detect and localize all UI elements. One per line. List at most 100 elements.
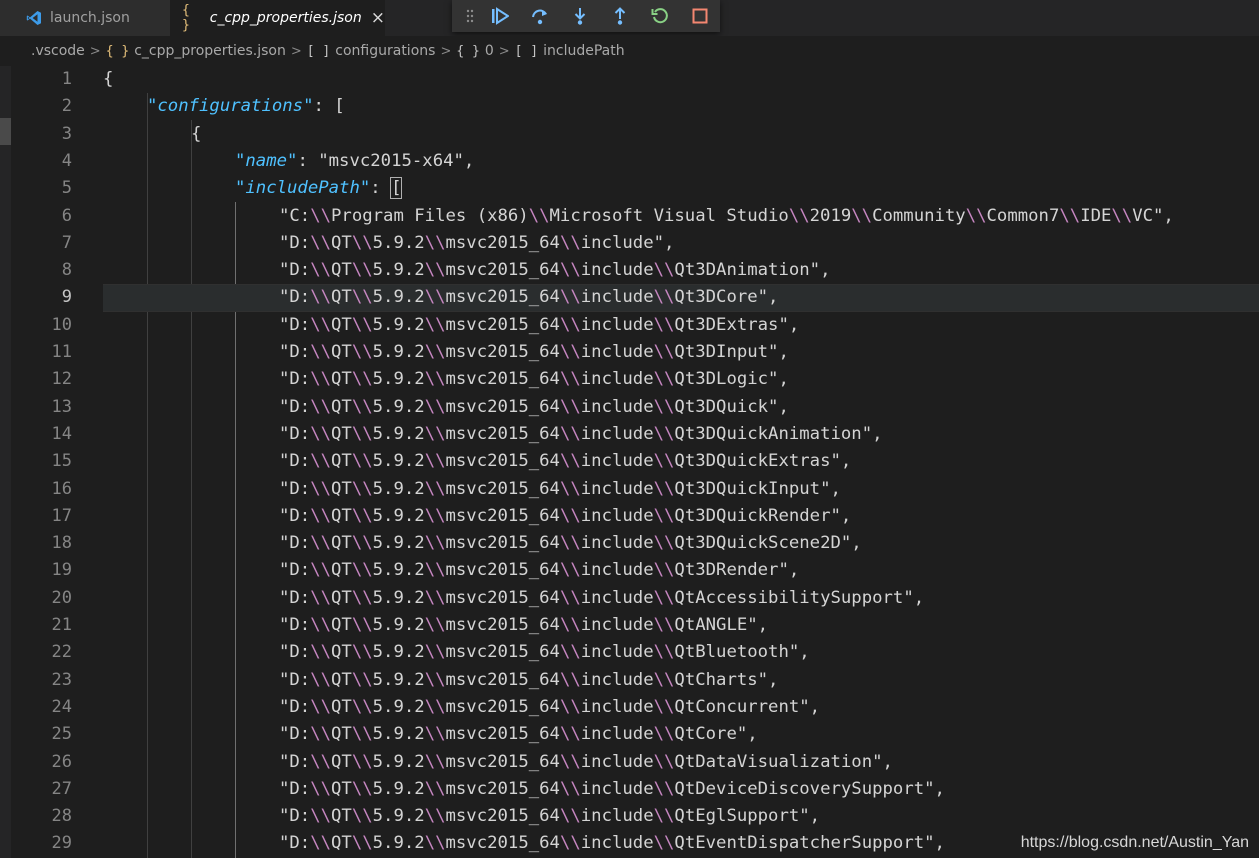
- code-line[interactable]: 14 "D:\\QT\\5.9.2\\msvc2015_64\\include\\…: [0, 421, 1259, 448]
- code-line[interactable]: 24 "D:\\QT\\5.9.2\\msvc2015_64\\include\\…: [0, 694, 1259, 721]
- code-line[interactable]: 20 "D:\\QT\\5.9.2\\msvc2015_64\\include\\…: [0, 585, 1259, 612]
- escape-sequence: \\: [351, 778, 373, 799]
- tab-c-cpp-properties[interactable]: { } c_cpp_properties.json ×: [170, 0, 385, 36]
- code-line[interactable]: 7 "D:\\QT\\5.9.2\\msvc2015_64\\include",: [0, 230, 1259, 257]
- escape-sequence: \\: [351, 615, 373, 635]
- step-over-button[interactable]: [520, 0, 560, 32]
- code-line[interactable]: 21 "D:\\QT\\5.9.2\\msvc2015_64\\include\\…: [0, 612, 1259, 639]
- code-token: QtBluetooth",: [674, 642, 810, 663]
- escape-sequence: \\: [310, 724, 332, 745]
- line-number: 28: [51, 806, 72, 827]
- code-token: 5.9.2: [372, 478, 425, 499]
- breadcrumb-item-index[interactable]: 0: [485, 43, 494, 59]
- code-token: 5.9.2: [372, 423, 425, 444]
- escape-sequence: \\: [310, 396, 332, 417]
- code-line[interactable]: 16 "D:\\QT\\5.9.2\\msvc2015_64\\include\\…: [0, 476, 1259, 503]
- code-token: include: [580, 642, 654, 663]
- code-line[interactable]: 8 "D:\\QT\\5.9.2\\msvc2015_64\\include\\Q…: [0, 257, 1259, 284]
- code-line[interactable]: 26 "D:\\QT\\5.9.2\\msvc2015_64\\include\\…: [0, 749, 1259, 776]
- code-line[interactable]: 1{: [0, 66, 1259, 93]
- close-icon[interactable]: ×: [371, 9, 385, 27]
- code-token: include: [580, 342, 654, 362]
- code-token: Qt3DInput",: [674, 342, 789, 362]
- code-token: QT: [331, 669, 352, 690]
- breadcrumb-item-configurations[interactable]: configurations: [335, 43, 435, 59]
- code-line[interactable]: 13 "D:\\QT\\5.9.2\\msvc2015_64\\include\\…: [0, 394, 1259, 421]
- code-text: "D:\\QT\\5.9.2\\msvc2015_64\\include\\Qt…: [279, 612, 768, 639]
- code-line[interactable]: 23 "D:\\QT\\5.9.2\\msvc2015_64\\include\\…: [0, 667, 1259, 694]
- code-line[interactable]: 2 "configurations": [: [0, 93, 1259, 120]
- escape-sequence: \\: [351, 806, 373, 827]
- restart-button[interactable]: [640, 0, 680, 32]
- code-token: include: [580, 287, 654, 308]
- code-line[interactable]: 17 "D:\\QT\\5.9.2\\msvc2015_64\\include\\…: [0, 503, 1259, 530]
- escape-sequence: \\: [351, 724, 373, 745]
- code-token: include: [580, 260, 654, 281]
- escape-sequence: \\: [653, 260, 675, 281]
- continue-button[interactable]: [480, 0, 520, 32]
- code-line[interactable]: 9 "D:\\QT\\5.9.2\\msvc2015_64\\include\\Q…: [0, 284, 1259, 312]
- escape-sequence: \\: [653, 587, 675, 608]
- escape-sequence: \\: [310, 369, 332, 390]
- code-token: Qt3DQuickScene2D",: [674, 533, 862, 554]
- drag-grip-icon[interactable]: [460, 0, 480, 32]
- code-token: include: [580, 778, 654, 799]
- code-text: "D:\\QT\\5.9.2\\msvc2015_64\\include\\Qt…: [279, 284, 778, 311]
- code-token: Qt3DQuickAnimation",: [674, 423, 883, 444]
- code-line[interactable]: 15 "D:\\QT\\5.9.2\\msvc2015_64\\include\\…: [0, 448, 1259, 475]
- chevron-right-icon: >: [440, 43, 452, 59]
- code-token: QT: [331, 642, 352, 663]
- step-into-button[interactable]: [560, 0, 600, 32]
- breadcrumb-item-file[interactable]: c_cpp_properties.json: [134, 43, 286, 59]
- code-text: "D:\\QT\\5.9.2\\msvc2015_64\\include\\Qt…: [279, 366, 789, 393]
- escape-sequence: \\: [351, 505, 373, 526]
- code-token: "includePath": [235, 178, 371, 199]
- code-token: 5.9.2: [372, 314, 425, 335]
- code-token: QtConcurrent",: [674, 696, 821, 717]
- escape-sequence: \\: [653, 478, 675, 499]
- code-token: 5.9.2: [372, 560, 425, 581]
- code-line[interactable]: 22 "D:\\QT\\5.9.2\\msvc2015_64\\include\\…: [0, 639, 1259, 666]
- code-line[interactable]: 10 "D:\\QT\\5.9.2\\msvc2015_64\\include\\…: [0, 312, 1259, 339]
- code-token: msvc2015_64: [445, 560, 560, 581]
- escape-sequence: \\: [424, 396, 446, 417]
- code-line[interactable]: 27 "D:\\QT\\5.9.2\\msvc2015_64\\include\\…: [0, 776, 1259, 803]
- tab-launch-json[interactable]: launch.json: [0, 0, 170, 36]
- escape-sequence: \\: [559, 751, 581, 772]
- code-line[interactable]: 3{: [0, 121, 1259, 148]
- escape-sequence: \\: [653, 806, 675, 827]
- escape-sequence: \\: [351, 751, 373, 772]
- code-line[interactable]: 18 "D:\\QT\\5.9.2\\msvc2015_64\\include\\…: [0, 530, 1259, 557]
- code-line[interactable]: 5 "includePath": [: [0, 175, 1259, 202]
- code-token: Qt3DQuickExtras",: [674, 451, 852, 472]
- code-line[interactable]: 19 "D:\\QT\\5.9.2\\msvc2015_64\\include\\…: [0, 557, 1259, 584]
- code-text: "name": "msvc2015-x64",: [235, 148, 474, 175]
- line-number: 7: [61, 232, 72, 253]
- code-token: "D:: [279, 314, 311, 335]
- code-editor[interactable]: 1{2 "configurations": [3{4 "name": "msvc20…: [0, 66, 1259, 858]
- code-line[interactable]: 6 "C:\\Program Files (x86)\\Microsoft Vis…: [0, 203, 1259, 230]
- escape-sequence: \\: [424, 478, 446, 499]
- escape-sequence: \\: [653, 451, 675, 472]
- code-token: "D:: [279, 451, 311, 472]
- code-line[interactable]: 25 "D:\\QT\\5.9.2\\msvc2015_64\\include\\…: [0, 721, 1259, 748]
- escape-sequence: \\: [351, 533, 373, 554]
- escape-sequence: \\: [351, 369, 373, 390]
- code-line[interactable]: 11 "D:\\QT\\5.9.2\\msvc2015_64\\include\\…: [0, 339, 1259, 366]
- breadcrumb-item-vscode[interactable]: .vscode: [31, 43, 85, 59]
- code-line[interactable]: 12 "D:\\QT\\5.9.2\\msvc2015_64\\include\\…: [0, 366, 1259, 393]
- code-token: : "msvc2015-x64",: [297, 150, 475, 171]
- step-out-button[interactable]: [600, 0, 640, 32]
- escape-sequence: \\: [310, 423, 332, 444]
- escape-sequence: \\: [1111, 205, 1133, 226]
- code-token: 5.9.2: [372, 232, 425, 253]
- code-token: msvc2015_64: [445, 396, 560, 417]
- stop-button[interactable]: [680, 0, 720, 32]
- code-line[interactable]: 28 "D:\\QT\\5.9.2\\msvc2015_64\\include\\…: [0, 803, 1259, 830]
- code-token: "D:: [279, 724, 311, 745]
- code-token: include: [580, 533, 654, 554]
- breadcrumb-item-includepath[interactable]: includePath: [543, 43, 624, 59]
- code-line[interactable]: 4 "name": "msvc2015-x64",: [0, 148, 1259, 175]
- escape-sequence: \\: [424, 724, 446, 745]
- escape-sequence: \\: [424, 806, 446, 827]
